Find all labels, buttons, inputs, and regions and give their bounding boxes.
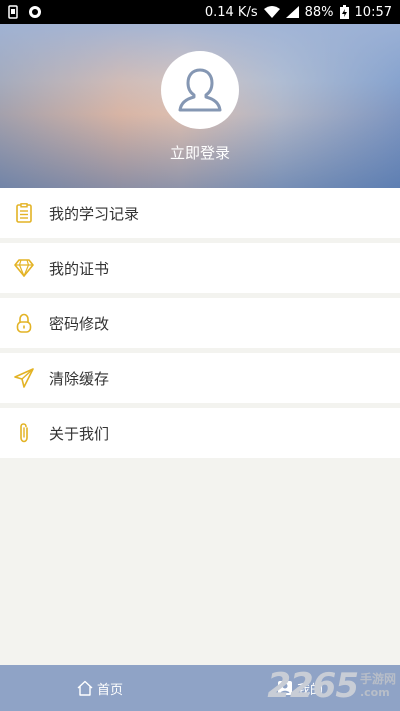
diamond-icon	[14, 258, 34, 278]
profile-header: 立即登录	[0, 24, 400, 188]
network-speed: 0.14 K/s	[204, 4, 258, 20]
status-bar: 0.14 K/s 88% 10:57	[0, 0, 400, 24]
menu-list: 我的学习记录 我的证书 密码修改 清除缓存 关于我们	[0, 188, 400, 463]
home-icon	[77, 680, 93, 696]
user-tab-icon	[277, 680, 293, 696]
menu-item-label: 关于我们	[49, 424, 110, 443]
menu-item-label: 我的学习记录	[49, 204, 140, 223]
record-icon	[28, 5, 42, 19]
menu-item-label: 密码修改	[49, 314, 110, 333]
bottom-nav: 首页 我的	[0, 665, 400, 711]
tab-mine[interactable]: 我的	[200, 665, 400, 711]
battery-percent: 88%	[304, 4, 334, 20]
menu-item-about-us[interactable]: 关于我们	[0, 408, 400, 458]
battery-icon	[339, 5, 349, 19]
menu-item-study-records[interactable]: 我的学习记录	[0, 188, 400, 238]
avatar[interactable]	[161, 51, 239, 129]
menu-item-label: 我的证书	[49, 259, 110, 278]
paperclip-icon	[14, 423, 34, 443]
tab-home-label: 首页	[96, 682, 123, 698]
clipboard-icon	[14, 203, 34, 223]
status-left	[8, 5, 42, 19]
lock-icon	[14, 313, 34, 333]
login-link[interactable]: 立即登录	[0, 142, 400, 163]
menu-item-label: 清除缓存	[49, 369, 110, 388]
tab-mine-label: 我的	[296, 682, 323, 698]
tab-home[interactable]: 首页	[0, 665, 200, 711]
wifi-icon	[263, 6, 280, 18]
paper-plane-icon	[14, 368, 34, 388]
sim-card-icon	[8, 5, 18, 19]
menu-item-certificates[interactable]: 我的证书	[0, 243, 400, 293]
menu-item-change-password[interactable]: 密码修改	[0, 298, 400, 348]
user-icon	[172, 62, 228, 118]
clock: 10:57	[354, 4, 392, 20]
menu-item-clear-cache[interactable]: 清除缓存	[0, 353, 400, 403]
signal-icon	[285, 6, 299, 18]
status-right: 0.14 K/s 88% 10:57	[205, 5, 392, 20]
